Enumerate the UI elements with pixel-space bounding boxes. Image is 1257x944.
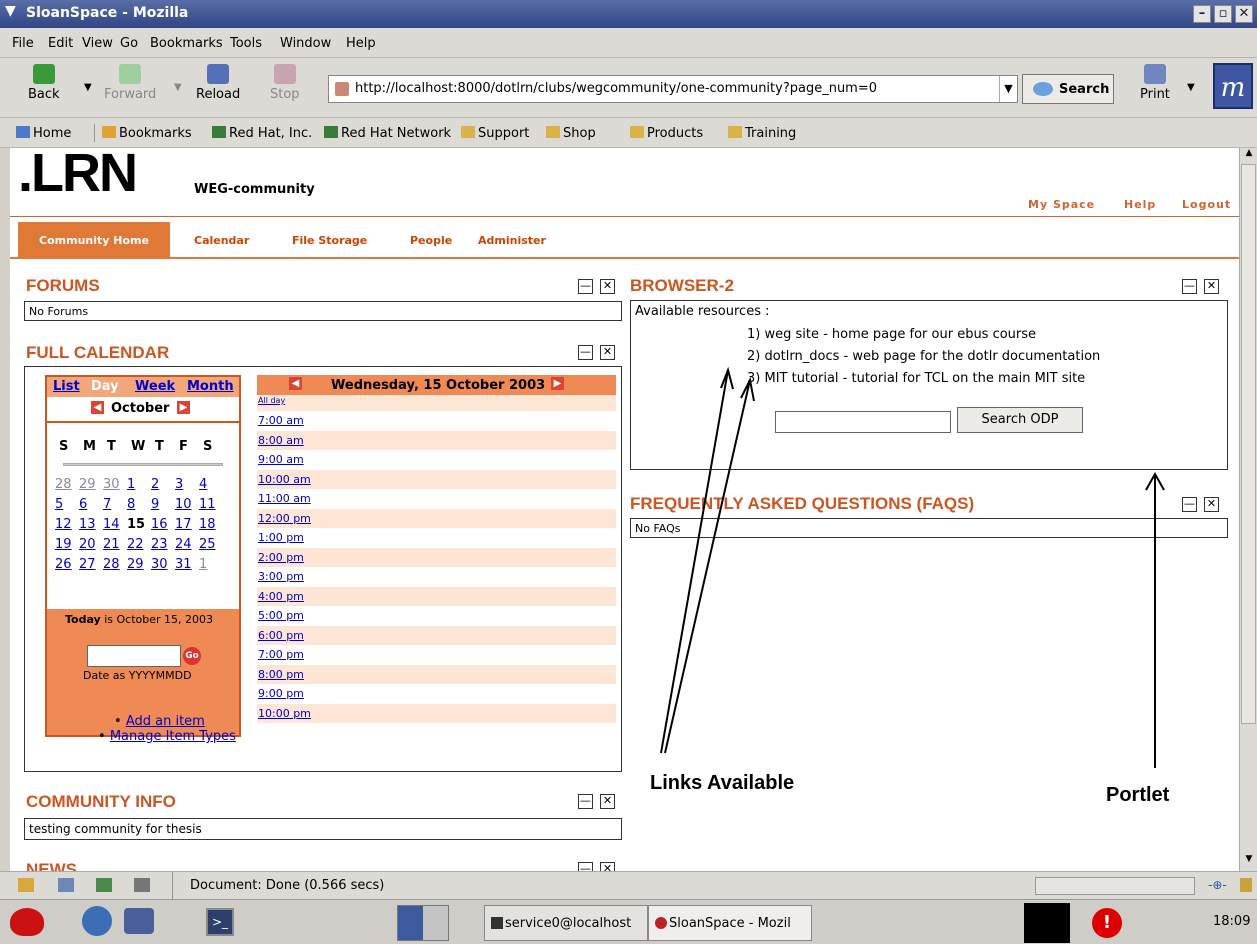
- menu-bookmarks[interactable]: Bookmarks: [150, 36, 223, 51]
- task-mozilla[interactable]: SloanSpace - Mozil: [648, 905, 812, 941]
- bookmark-redhat-network[interactable]: Red Hat Network: [324, 126, 451, 141]
- bookmark-support[interactable]: Support: [461, 126, 529, 141]
- menu-go[interactable]: Go: [120, 36, 138, 51]
- printer-icon: [1143, 64, 1166, 84]
- taskbar: >_ service0@localhost SloanSpace - Mozil…: [0, 899, 1257, 944]
- window-titlebar: ▼ SloanSpace - Mozilla – ▫ ✕: [0, 0, 1257, 28]
- scroll-up-icon[interactable]: ▲: [1242, 148, 1256, 162]
- back-arrow-icon: [32, 64, 55, 84]
- menu-tools[interactable]: Tools: [230, 36, 262, 51]
- bookmark-redhat-inc[interactable]: Red Hat, Inc.: [212, 126, 312, 141]
- bookmarks-icon: [102, 126, 116, 138]
- search-icon: [1033, 82, 1053, 96]
- forward-arrow-icon: [119, 64, 142, 84]
- composer-icon[interactable]: [96, 878, 112, 892]
- minimize-icon[interactable]: –: [1193, 5, 1211, 23]
- bookmark-training[interactable]: Training: [728, 126, 796, 141]
- url-dropdown-icon[interactable]: ▼: [999, 76, 1017, 102]
- links-arrow-2: [664, 379, 751, 754]
- task-terminal[interactable]: service0@localhost: [484, 905, 648, 941]
- menu-help[interactable]: Help: [346, 36, 376, 51]
- home-icon: [16, 126, 30, 138]
- navigator-icon[interactable]: [18, 878, 34, 892]
- reload-icon: [207, 64, 230, 84]
- search-button[interactable]: Search: [1022, 74, 1114, 104]
- menu-edit[interactable]: Edit: [48, 36, 73, 51]
- browser-launcher-icon[interactable]: [82, 906, 112, 936]
- site-favicon-icon: [335, 82, 349, 96]
- folder-icon: [461, 126, 475, 138]
- bookmark-home[interactable]: Home: [16, 126, 71, 141]
- stop-button[interactable]: Stop: [270, 64, 300, 102]
- portlet-label: Portlet: [1106, 784, 1170, 806]
- annotation-arrows: [660, 366, 1165, 768]
- progress-meter: [1035, 877, 1195, 895]
- links-available-label: Links Available: [650, 772, 795, 794]
- bookmark-products[interactable]: Products: [630, 126, 703, 141]
- window-menu-icon[interactable]: ▼: [5, 3, 16, 19]
- address-book-icon[interactable]: [134, 878, 150, 892]
- bookmark-separator: [94, 124, 95, 142]
- status-separator: [172, 872, 173, 900]
- bookmarks-toolbar: Home Bookmarks Red Hat, Inc. Red Hat Net…: [0, 118, 1257, 148]
- lock-icon[interactable]: [1240, 878, 1252, 892]
- scroll-down-icon[interactable]: ▼: [1242, 854, 1256, 868]
- maximize-icon[interactable]: ▫: [1214, 5, 1232, 23]
- mozilla-logo-icon[interactable]: m: [1213, 63, 1253, 109]
- forward-dropdown-icon[interactable]: ▼: [174, 82, 182, 93]
- mail-icon[interactable]: [58, 878, 74, 892]
- back-dropdown-icon[interactable]: ▼: [84, 82, 92, 93]
- folder-icon: [728, 126, 742, 138]
- links-arrow-1: [660, 369, 729, 754]
- folder-icon: [546, 126, 560, 138]
- menu-bar: File Edit View Go Bookmarks Tools Window…: [0, 28, 1257, 58]
- link-icon: [212, 126, 226, 138]
- bookmark-shop[interactable]: Shop: [546, 126, 596, 141]
- system-monitor: [1024, 903, 1070, 943]
- print-dropdown-icon[interactable]: ▼: [1187, 82, 1195, 93]
- bookmark-bookmarks[interactable]: Bookmarks: [102, 126, 192, 141]
- window-title: SloanSpace - Mozilla: [26, 5, 189, 21]
- online-icon: -⊕-: [1208, 878, 1227, 892]
- email-launcher-icon[interactable]: [124, 908, 154, 934]
- workspace-switcher[interactable]: [397, 905, 449, 941]
- alert-icon[interactable]: !: [1092, 908, 1122, 938]
- url-input[interactable]: http://localhost:8000/dotlrn/clubs/wegco…: [328, 75, 1018, 103]
- status-text: Document: Done (0.566 secs): [190, 878, 385, 893]
- forward-button[interactable]: Forward: [104, 64, 156, 102]
- menu-view[interactable]: View: [82, 36, 113, 51]
- reload-button[interactable]: Reload: [196, 64, 240, 102]
- vertical-scrollbar[interactable]: ▲ ▼: [1239, 148, 1257, 871]
- scroll-thumb[interactable]: [1241, 164, 1256, 724]
- navigation-toolbar: Back ▼ Forward ▼ Reload Stop http://loca…: [0, 58, 1257, 118]
- page-content: .LRNTM WEG-community My Space Help Logou…: [10, 148, 1239, 871]
- terminal-icon[interactable]: >_: [206, 908, 234, 936]
- print-button[interactable]: Print: [1140, 64, 1170, 102]
- folder-icon: [630, 126, 644, 138]
- menu-window[interactable]: Window: [280, 36, 331, 51]
- terminal-task-icon: [491, 917, 503, 929]
- stop-icon: [273, 64, 296, 84]
- status-bar: Document: Done (0.566 secs) -⊕-: [0, 871, 1257, 900]
- close-icon[interactable]: ✕: [1235, 5, 1253, 23]
- link-icon: [324, 126, 338, 138]
- menu-file[interactable]: File: [12, 36, 34, 51]
- mozilla-task-icon: [655, 917, 667, 929]
- back-button[interactable]: Back: [28, 64, 60, 102]
- redhat-menu-icon[interactable]: [10, 908, 44, 936]
- clock: 18:09: [1213, 914, 1251, 929]
